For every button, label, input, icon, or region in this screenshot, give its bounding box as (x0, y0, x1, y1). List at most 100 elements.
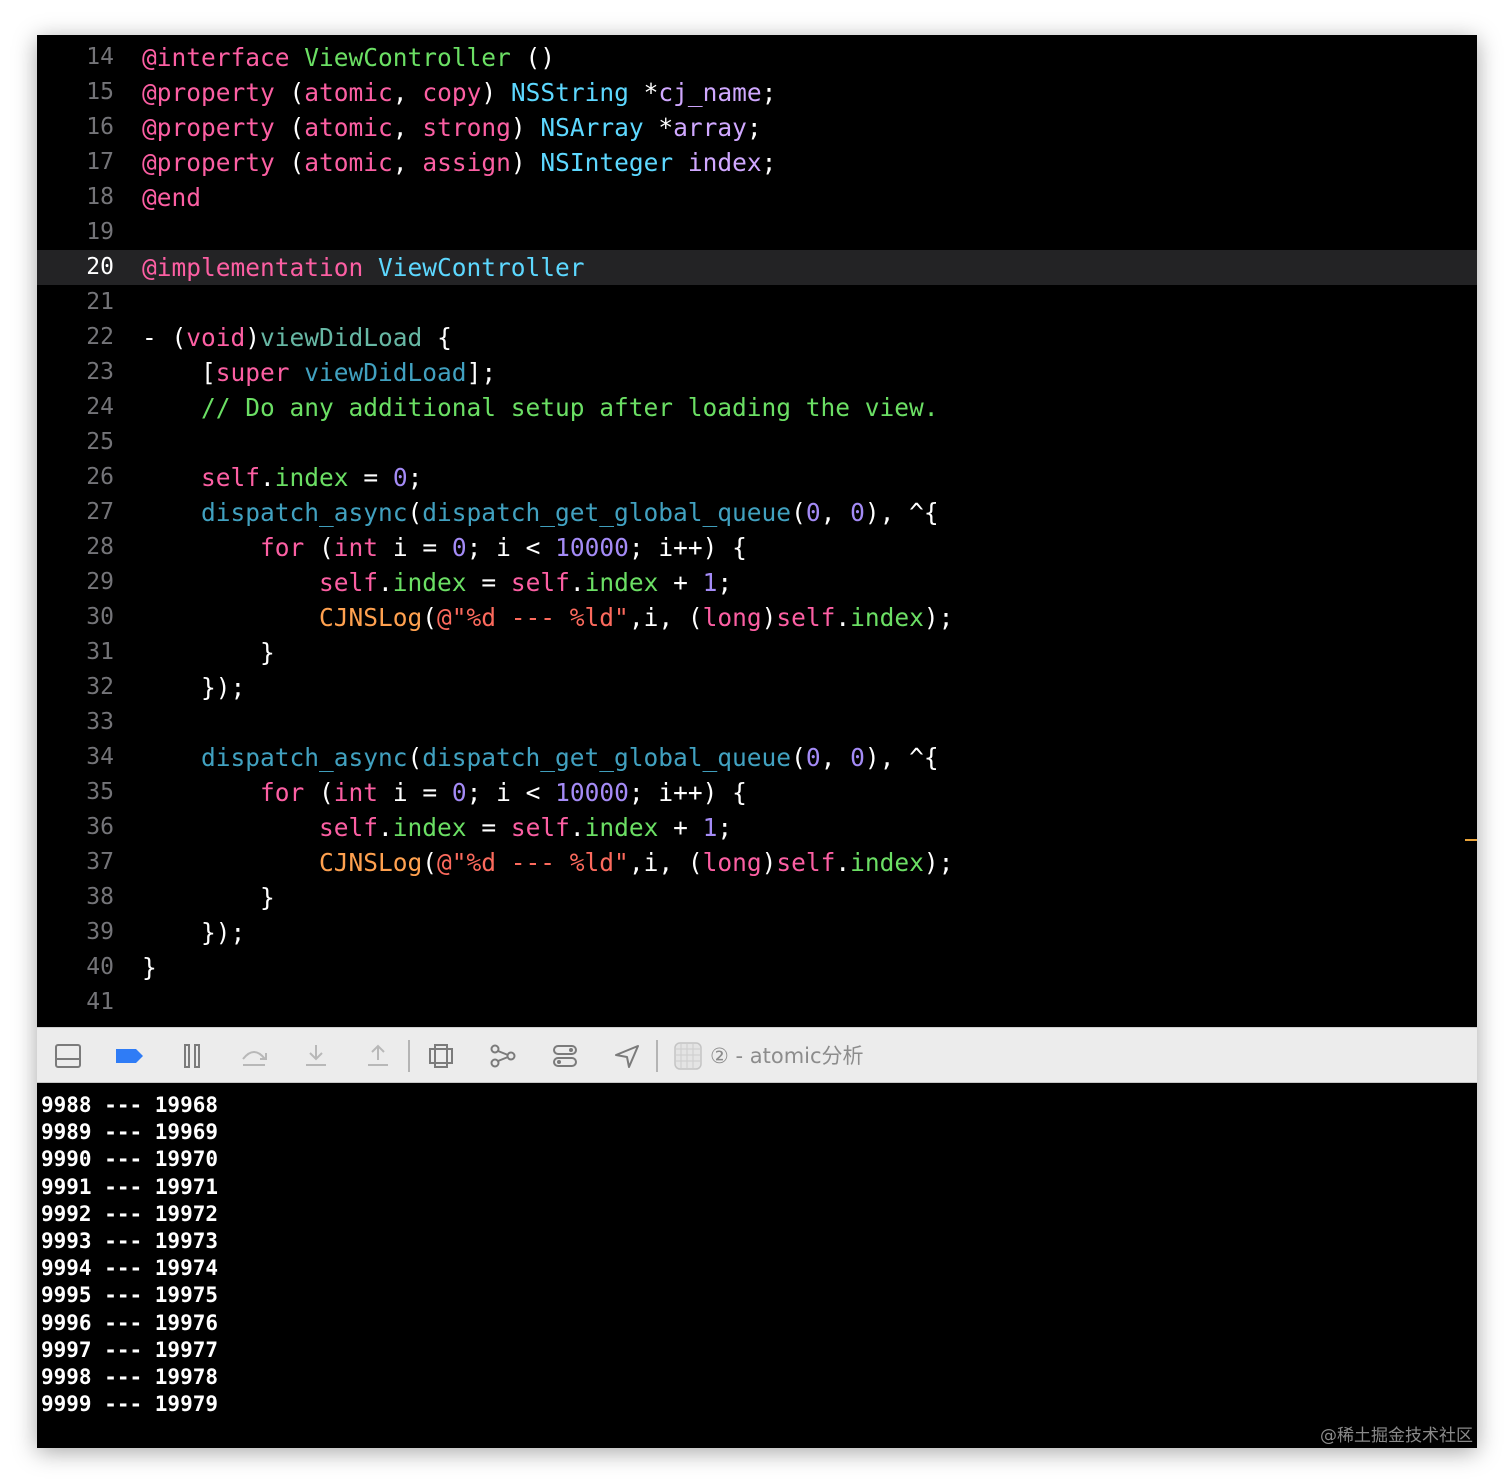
code-line[interactable]: 21 (37, 285, 1477, 320)
code-editor[interactable]: 14 @interface ViewController () 15 @propert… (37, 35, 1477, 1027)
code-token: }); (142, 918, 246, 947)
code-token: ( (274, 78, 305, 107)
code-line[interactable]: 25 (37, 425, 1477, 460)
code-text: self.index = 0; (142, 460, 422, 495)
code-token: . (378, 813, 393, 842)
code-line[interactable]: 29 self.index = self.index + 1; (37, 565, 1477, 600)
code-token: 10000 (555, 533, 629, 562)
code-line[interactable]: 22 - (void)viewDidLoad { (37, 320, 1477, 355)
step-out-button[interactable] (362, 1040, 394, 1072)
code-line[interactable]: 19 (37, 215, 1477, 250)
step-into-icon (306, 1045, 326, 1066)
code-token: @end (142, 183, 202, 212)
code-text: @property (atomic, copy) NSString *cj_na… (142, 75, 776, 110)
hide-debug-area-button[interactable] (52, 1040, 84, 1072)
breakpoints-toggle-button[interactable] (113, 1040, 145, 1072)
step-into-button[interactable] (300, 1040, 332, 1072)
code-token: @interface (142, 43, 290, 72)
code-text: @end (142, 180, 201, 215)
code-token: self (201, 463, 261, 492)
pause-button[interactable] (176, 1040, 208, 1072)
simulate-location-button[interactable] (611, 1040, 643, 1072)
code-token: , (392, 78, 423, 107)
code-text: for (int i = 0; i < 10000; i++) { (142, 530, 747, 565)
code-token: ; (761, 148, 777, 177)
code-token: ViewController (304, 43, 511, 72)
code-token: ,i, ( (628, 603, 703, 632)
code-line[interactable]: 39 }); (37, 915, 1477, 950)
code-token: , (392, 113, 423, 142)
line-number: 35 (86, 779, 114, 805)
code-line[interactable]: 18 @end (37, 180, 1477, 215)
code-text: @property (atomic, strong) NSArray *arra… (142, 110, 762, 145)
code-line[interactable]: 32 }); (37, 670, 1477, 705)
app-target-icon (674, 1042, 702, 1070)
line-number: 32 (86, 674, 114, 700)
code-token: + (658, 568, 703, 597)
code-line[interactable]: 41 (37, 985, 1477, 1020)
code-line[interactable]: 40} (37, 950, 1477, 985)
scheme-target-icon-wrap[interactable] (672, 1040, 704, 1072)
line-number: 25 (86, 429, 114, 455)
code-text: self.index = self.index + 1; (142, 565, 732, 600)
code-token: for (260, 533, 305, 562)
code-token: () (510, 43, 556, 72)
code-token: 0 (850, 743, 865, 772)
code-text: self.index = self.index + 1; (142, 810, 732, 845)
code-line[interactable]: 27 dispatch_async(dispatch_get_global_qu… (37, 495, 1477, 530)
code-line[interactable]: 28 for (int i = 0; i < 10000; i++) { (37, 530, 1477, 565)
code-token: ) (245, 323, 261, 352)
code-token: assign (422, 148, 511, 177)
code-line[interactable]: 31 } (37, 635, 1477, 670)
code-line[interactable]: 30 CJNSLog(@"%d --- %ld",i, (long)self.i… (37, 600, 1477, 635)
environment-overrides-button[interactable] (549, 1040, 581, 1072)
code-token: i = (378, 533, 452, 562)
code-token: ]; (466, 358, 497, 387)
scheme-label[interactable]: ② - atomic分析 (710, 1028, 864, 1084)
code-token: = (466, 568, 511, 597)
code-token: @"%d --- %ld" (437, 603, 629, 632)
code-line[interactable]: 37 CJNSLog(@"%d --- %ld",i, (long)self.i… (37, 845, 1477, 880)
code-token: index (850, 603, 924, 632)
code-token: array (673, 113, 747, 142)
code-line[interactable]: 36 self.index = self.index + 1; (37, 810, 1477, 845)
code-token: CJNSLog (319, 848, 423, 877)
code-line[interactable]: 16 @property (atomic, strong) NSArray *ar… (37, 110, 1477, 145)
step-over-button[interactable] (238, 1040, 270, 1072)
code-line[interactable]: 17 @property (atomic, assign) NSInteger i… (37, 145, 1477, 180)
line-number: 21 (86, 289, 114, 315)
code-line[interactable]: 24 // Do any additional setup after load… (37, 390, 1477, 425)
line-number: 31 (86, 639, 114, 665)
console-output[interactable]: 9988 --- 19968 9989 --- 19969 9990 --- 199… (37, 1083, 1477, 1448)
code-line[interactable]: 20 @implementation ViewController (37, 250, 1477, 285)
code-line[interactable]: 26 self.index = 0; (37, 460, 1477, 495)
simulate-location-icon (615, 1045, 639, 1068)
code-token: dispatch_get_global_queue (422, 743, 792, 772)
console-line: 9994 --- 19974 (41, 1256, 219, 1281)
code-token: . (260, 463, 275, 492)
code-token: index (584, 568, 659, 597)
line-number: 16 (86, 114, 114, 140)
breakpoints-icon (116, 1049, 143, 1063)
code-text: } (142, 635, 275, 670)
hide-debug-area-icon (55, 1044, 81, 1068)
xcode-window: 14 @interface ViewController () 15 @propert… (37, 35, 1477, 1448)
code-line[interactable]: 33 (37, 705, 1477, 740)
step-out-icon (368, 1044, 388, 1066)
code-line[interactable]: 14 @interface ViewController () (37, 40, 1477, 75)
step-over-icon (242, 1051, 267, 1066)
view-hierarchy-button[interactable] (425, 1040, 457, 1072)
code-line[interactable]: 34 dispatch_async(dispatch_get_global_qu… (37, 740, 1477, 775)
code-line[interactable]: 15 @property (atomic, copy) NSString *cj_… (37, 75, 1477, 110)
code-token: ; i++) { (628, 778, 747, 807)
code-line[interactable]: 38 } (37, 880, 1477, 915)
memory-graph-button[interactable] (487, 1040, 519, 1072)
code-token: { (422, 323, 452, 352)
code-line[interactable]: 23 [super viewDidLoad]; (37, 355, 1477, 390)
code-line[interactable]: 35 for (int i = 0; i < 10000; i++) { (37, 775, 1477, 810)
line-number: 37 (86, 849, 114, 875)
